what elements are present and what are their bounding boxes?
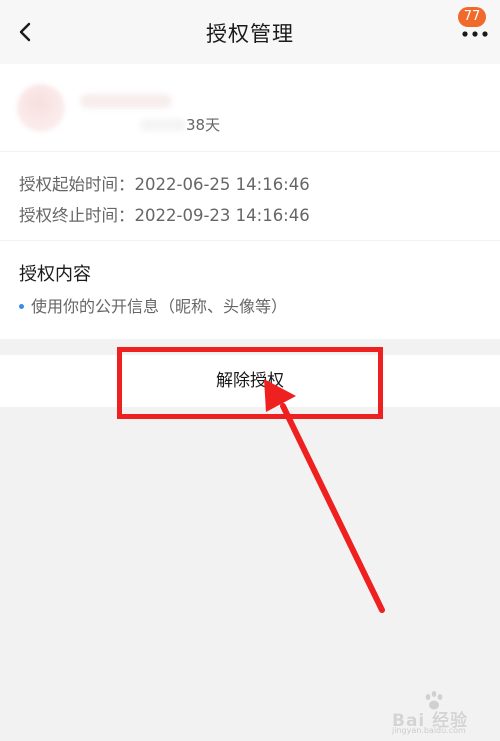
watermark-subtext: jingyan.baidu.com <box>392 726 466 735</box>
app-name-blurred <box>80 94 172 108</box>
authorization-content-card: 授权内容 使用你的公开信息（昵称、头像等） <box>0 241 500 339</box>
end-time-row: 授权终止时间：2022-09-23 14:16:46 <box>19 202 310 226</box>
remaining-days: 38天 <box>186 116 221 134</box>
permission-item: 使用你的公开信息（昵称、头像等） <box>31 297 288 316</box>
revoke-row: 解除授权 <box>0 355 500 407</box>
end-time-value: 2022-09-23 14:16:46 <box>134 206 310 225</box>
notification-badge: 77 <box>458 7 486 27</box>
watermark-text: Bai 经验 <box>392 711 469 731</box>
revoke-authorization-button[interactable]: 解除授权 <box>0 355 500 407</box>
start-time-label: 授权起始时间： <box>19 175 135 194</box>
app-logo-blurred <box>17 84 65 132</box>
content-title: 授权内容 <box>19 264 91 285</box>
navigation-bar: 授权管理 77 <box>0 0 500 64</box>
more-dots-icon[interactable] <box>460 26 490 42</box>
app-info-card: 38天 <box>0 64 500 151</box>
days-prefix-blurred <box>140 119 186 131</box>
page-title: 授权管理 <box>206 22 294 46</box>
end-time-label: 授权终止时间： <box>19 206 135 225</box>
authorization-time-card: 授权起始时间：2022-06-25 14:16:46 授权终止时间：2022-0… <box>0 152 500 240</box>
start-time-row: 授权起始时间：2022-06-25 14:16:46 <box>19 171 310 195</box>
start-time-value: 2022-06-25 14:16:46 <box>134 175 310 194</box>
paw-icon <box>425 691 443 710</box>
baidu-jingyan-watermark: Bai 经验 jingyan.baidu.com <box>392 690 492 735</box>
bullet-dot-icon <box>19 304 24 309</box>
